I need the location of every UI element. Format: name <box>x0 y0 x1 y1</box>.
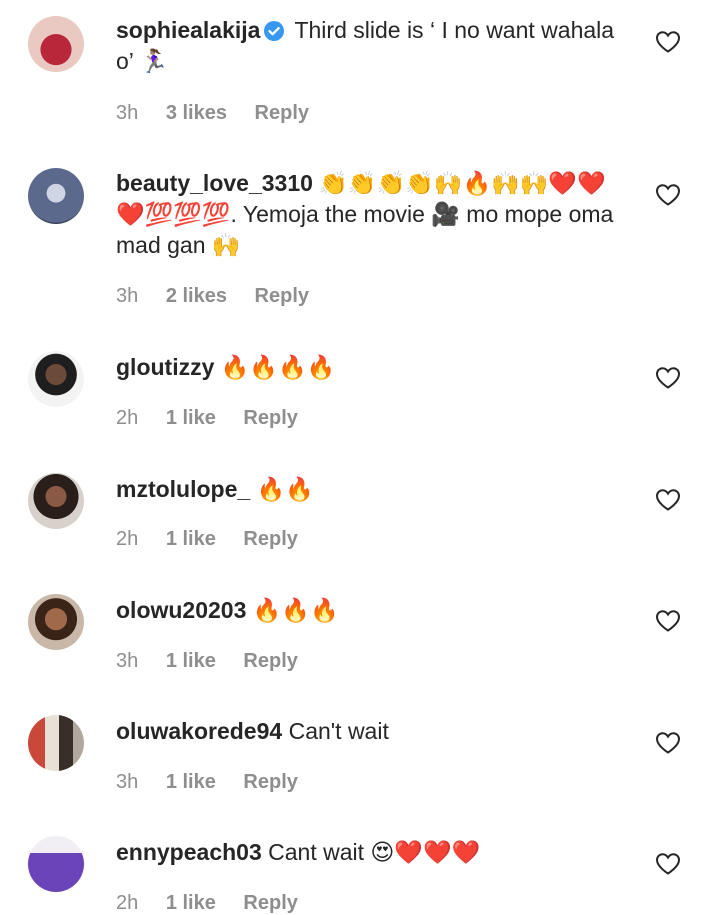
comment-text: 🔥🔥🔥 <box>252 597 339 623</box>
comment-body: sophiealakija Third slide is ‘ I no want… <box>116 15 626 77</box>
likes-count[interactable]: 2 likes <box>166 285 227 307</box>
like-heart-icon[interactable] <box>655 366 681 390</box>
like-heart-icon[interactable] <box>655 609 681 633</box>
likes-count[interactable]: 1 like <box>166 650 216 672</box>
likes-count[interactable]: 1 like <box>166 771 216 793</box>
username[interactable]: ennypeach03 <box>116 839 262 865</box>
likes-count[interactable]: 1 like <box>166 407 216 429</box>
timestamp: 3h <box>116 102 139 124</box>
comment-body: ennypeach03 Cant wait 😍❤️❤️❤️ <box>116 837 626 868</box>
comment-meta: 2h 1 like Reply <box>116 528 320 551</box>
timestamp: 3h <box>116 650 139 672</box>
avatar[interactable] <box>28 715 84 771</box>
timestamp: 3h <box>116 771 139 793</box>
username[interactable]: beauty_love_3310 <box>116 170 313 196</box>
reply-button[interactable]: Reply <box>243 650 297 672</box>
comment-body: olowu20203 🔥🔥🔥 <box>116 595 626 626</box>
timestamp: 2h <box>116 528 139 550</box>
like-heart-icon[interactable] <box>655 731 681 755</box>
comment-body: gloutizzy 🔥🔥🔥🔥 <box>116 352 626 383</box>
username[interactable]: olowu20203 <box>116 597 246 623</box>
timestamp: 3h <box>116 285 139 307</box>
timestamp: 2h <box>116 407 139 429</box>
comment-meta: 2h 1 like Reply <box>116 892 320 915</box>
reply-button[interactable]: Reply <box>255 285 309 307</box>
reply-button[interactable]: Reply <box>243 528 297 550</box>
like-heart-icon[interactable] <box>655 488 681 512</box>
avatar[interactable] <box>28 473 84 529</box>
reply-button[interactable]: Reply <box>243 771 297 793</box>
comment-meta: 3h 1 like Reply <box>116 771 320 794</box>
comment-body: oluwakorede94 Can't wait <box>116 716 626 747</box>
timestamp: 2h <box>116 892 139 914</box>
likes-count[interactable]: 1 like <box>166 892 216 914</box>
comment-text: Can't wait <box>288 718 389 744</box>
avatar[interactable] <box>28 168 84 224</box>
comment-meta: 3h 3 likes Reply <box>116 102 331 125</box>
comment-meta: 2h 1 like Reply <box>116 407 320 430</box>
comment-text: 🔥🔥 <box>256 476 314 502</box>
likes-count[interactable]: 3 likes <box>166 102 227 124</box>
comment-meta: 3h 2 likes Reply <box>116 285 331 308</box>
avatar[interactable] <box>28 836 84 892</box>
avatar[interactable] <box>28 594 84 650</box>
reply-button[interactable]: Reply <box>255 102 309 124</box>
comment-text: 🔥🔥🔥🔥 <box>220 354 336 380</box>
comment-meta: 3h 1 like Reply <box>116 650 320 673</box>
username[interactable]: sophiealakija <box>116 17 260 43</box>
like-heart-icon[interactable] <box>655 852 681 876</box>
verified-badge-icon <box>264 21 285 41</box>
comment-body: mztolulope_ 🔥🔥 <box>116 474 626 505</box>
reply-button[interactable]: Reply <box>243 407 297 429</box>
avatar[interactable] <box>28 351 84 407</box>
comment-text: Cant wait 😍❤️❤️❤️ <box>268 839 481 865</box>
like-heart-icon[interactable] <box>655 183 681 207</box>
username[interactable]: mztolulope_ <box>116 476 250 502</box>
likes-count[interactable]: 1 like <box>166 528 216 550</box>
like-heart-icon[interactable] <box>655 30 681 54</box>
username[interactable]: oluwakorede94 <box>116 718 282 744</box>
comment-body: beauty_love_3310 👏👏👏👏🙌🔥🙌🙌❤️❤️❤️💯💯💯. Yemo… <box>116 168 626 261</box>
username[interactable]: gloutizzy <box>116 354 214 380</box>
avatar[interactable] <box>28 16 84 72</box>
reply-button[interactable]: Reply <box>243 892 297 914</box>
